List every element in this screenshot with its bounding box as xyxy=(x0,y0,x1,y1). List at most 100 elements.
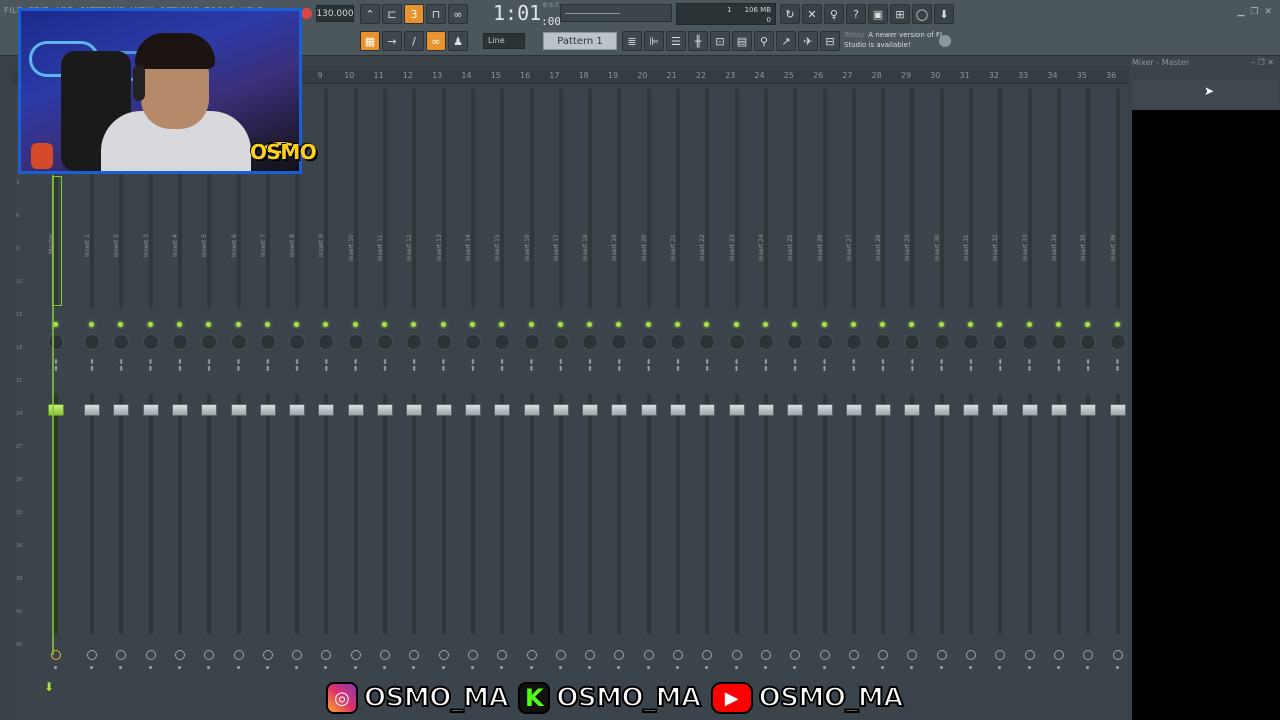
pan-knob[interactable] xyxy=(845,334,862,350)
insert-strip[interactable]: Insert 14 ⬍ ⬍ xyxy=(459,84,487,720)
strip-label[interactable]: Insert 7 xyxy=(260,234,276,304)
enable-led[interactable] xyxy=(264,322,270,327)
playlist-icon[interactable]: ▦ xyxy=(360,31,380,51)
enable-led[interactable] xyxy=(762,322,768,327)
route-dot[interactable] xyxy=(1027,666,1031,669)
pan-knob[interactable] xyxy=(464,334,481,350)
insert-strip[interactable]: Insert 2 ⬍ ⬍ xyxy=(107,84,135,720)
mixer-icon[interactable]: ╫ xyxy=(688,31,708,51)
strip-label[interactable]: Insert 5 xyxy=(201,234,217,304)
pan-knob[interactable] xyxy=(787,334,804,350)
insert-strip[interactable]: Insert 16 ⬍ ⬍ xyxy=(518,84,546,720)
insert-strip[interactable]: Insert 23 ⬍ ⬍ xyxy=(723,84,751,720)
insert-strip[interactable]: Insert 27 ⬍ ⬍ xyxy=(840,84,868,720)
volume-fader[interactable] xyxy=(963,404,979,416)
enable-led[interactable] xyxy=(616,322,622,327)
stereo-separation-icon[interactable]: ⬍ ⬍ xyxy=(732,359,742,373)
route-dot[interactable] xyxy=(441,666,445,669)
pan-knob[interactable] xyxy=(377,334,393,350)
stereo-separation-icon[interactable]: ⬍ ⬍ xyxy=(146,359,156,373)
volume-fader[interactable] xyxy=(406,404,423,416)
pan-knob[interactable] xyxy=(84,334,100,350)
tools-icon[interactable]: ✕ xyxy=(802,4,822,24)
strip-label[interactable]: Insert 2 xyxy=(113,234,129,304)
playlist-window-icon[interactable]: ≣ xyxy=(622,31,642,51)
insert-strip[interactable]: Insert 11 ⬍ ⬍ xyxy=(371,84,399,720)
volume-fader[interactable] xyxy=(113,404,130,416)
enable-led[interactable] xyxy=(938,322,944,327)
volume-fader[interactable] xyxy=(84,404,100,416)
pan-knob[interactable] xyxy=(435,334,452,350)
enable-led[interactable] xyxy=(499,322,505,327)
enable-led[interactable] xyxy=(147,322,153,327)
strip-label[interactable]: Insert 25 xyxy=(787,234,803,304)
strip-label[interactable]: Insert 21 xyxy=(670,234,686,304)
stereo-separation-icon[interactable]: ⬍ ⬍ xyxy=(937,359,947,373)
route-dot[interactable] xyxy=(119,666,123,669)
stereo-separation-icon[interactable]: ⬍ ⬍ xyxy=(1083,359,1093,373)
enable-led[interactable] xyxy=(587,322,593,327)
insert-strip[interactable]: Insert 32 ⬍ ⬍ xyxy=(986,84,1014,720)
route-knob[interactable] xyxy=(174,650,185,660)
strip-label[interactable]: Insert 26 xyxy=(817,234,833,304)
enable-led[interactable] xyxy=(235,322,241,327)
volume-fader[interactable] xyxy=(289,404,306,416)
insert-strip[interactable]: Insert 26 ⬍ ⬍ xyxy=(811,84,839,720)
stereo-separation-icon[interactable]: ⬍ ⬍ xyxy=(351,359,361,373)
volume-fader[interactable] xyxy=(933,404,950,416)
browser-icon[interactable]: ⊡ xyxy=(710,31,730,51)
strip-label[interactable]: Insert 11 xyxy=(377,234,393,304)
stereo-separation-icon[interactable]: ⬍ ⬍ xyxy=(409,359,419,373)
strip-label[interactable]: Insert 16 xyxy=(524,234,540,304)
route-dot[interactable] xyxy=(148,666,152,669)
route-knob[interactable] xyxy=(760,650,771,660)
stereo-separation-icon[interactable]: ⬍ ⬍ xyxy=(673,359,683,373)
route-dot[interactable] xyxy=(207,666,211,669)
pan-knob[interactable] xyxy=(582,334,599,350)
add-track-icon[interactable]: ⬇ xyxy=(44,680,54,694)
route-knob[interactable] xyxy=(936,650,947,660)
enable-led[interactable] xyxy=(909,322,915,327)
volume-fader[interactable] xyxy=(494,404,511,416)
pan-knob[interactable] xyxy=(992,334,1009,350)
pan-knob[interactable] xyxy=(670,334,686,350)
enable-led[interactable] xyxy=(294,322,300,327)
route-dot[interactable] xyxy=(881,666,885,669)
piano-roll-icon[interactable]: ⊫ xyxy=(644,31,664,51)
route-knob[interactable] xyxy=(204,650,215,660)
enable-led[interactable] xyxy=(323,322,329,327)
volume-fader[interactable] xyxy=(1080,404,1097,416)
route-knob[interactable] xyxy=(497,650,508,660)
route-knob[interactable] xyxy=(1053,650,1064,660)
insert-strip[interactable]: Insert 34 ⬍ ⬍ xyxy=(1045,84,1073,720)
route-knob[interactable] xyxy=(790,650,801,660)
insert-strip[interactable]: Insert 21 ⬍ ⬍ xyxy=(664,84,692,720)
volume-fader[interactable] xyxy=(142,404,159,416)
route-dot[interactable] xyxy=(617,666,621,669)
bird-icon[interactable]: ✈ xyxy=(798,31,818,51)
volume-fader[interactable] xyxy=(611,404,628,416)
pan-knob[interactable] xyxy=(640,334,657,350)
stereo-separation-icon[interactable]: ⬍ ⬍ xyxy=(527,359,537,373)
enable-led[interactable] xyxy=(440,322,446,327)
insert-strip[interactable]: Insert 6 ⬍ ⬍ xyxy=(225,84,253,720)
strip-label[interactable]: Insert 32 xyxy=(992,234,1008,304)
insert-strip[interactable]: Insert 22 ⬍ ⬍ xyxy=(693,84,721,720)
restore-icon[interactable]: ❐ xyxy=(1250,7,1258,17)
insert-strip[interactable]: Insert 8 ⬍ ⬍ xyxy=(283,84,311,720)
undo-history-icon[interactable]: ↻ xyxy=(780,4,800,24)
plug-icon[interactable]: ⚲ xyxy=(754,31,774,51)
route-knob[interactable] xyxy=(438,650,449,660)
strip-label[interactable]: Insert 22 xyxy=(699,234,715,304)
insert-strip[interactable]: Insert 35 ⬍ ⬍ xyxy=(1074,84,1102,720)
strip-label[interactable]: Insert 36 xyxy=(1110,234,1126,304)
globe-icon[interactable] xyxy=(939,35,951,47)
record-button[interactable] xyxy=(301,8,312,19)
insert-strip[interactable]: Insert 5 ⬍ ⬍ xyxy=(195,84,223,720)
enable-led[interactable] xyxy=(176,322,182,327)
stereo-separation-icon[interactable]: ⬍ ⬍ xyxy=(966,359,976,373)
strip-label[interactable]: Insert 31 xyxy=(963,234,979,304)
insert-strip[interactable]: Insert 20 ⬍ ⬍ xyxy=(635,84,663,720)
strip-label[interactable]: Insert 34 xyxy=(1051,234,1067,304)
channel-rack-icon[interactable]: ☰ xyxy=(666,31,686,51)
